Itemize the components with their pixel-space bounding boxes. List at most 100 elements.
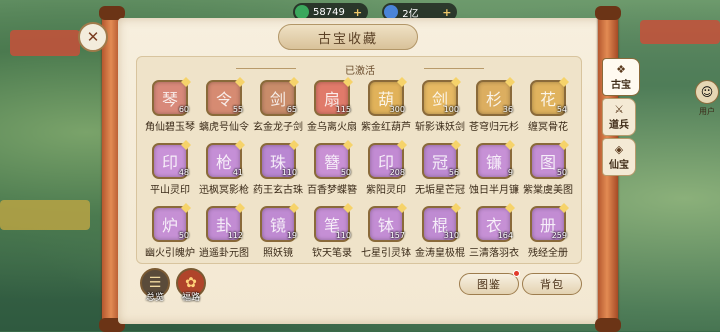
bag-button[interactable]: 背包 bbox=[522, 273, 582, 295]
treasure-item[interactable]: 花 54 缠冥骨花 bbox=[521, 77, 575, 133]
treasure-level: 36 bbox=[502, 105, 513, 114]
treasure-glyph: 杉 bbox=[485, 90, 502, 109]
tab-1[interactable]: ⚔ 道兵 bbox=[602, 98, 636, 136]
treasure-item[interactable]: 印 208 紫阳灵印 bbox=[359, 140, 413, 196]
treasure-level: 115 bbox=[335, 105, 351, 114]
treasure-item[interactable]: 琴 60 角仙碧玉琴 bbox=[143, 77, 197, 133]
treasure-level: 19 bbox=[286, 231, 297, 240]
window-title-plate: 古宝收藏 bbox=[278, 24, 418, 50]
treasure-level: 157 bbox=[389, 231, 405, 240]
treasure-glyph: 令 bbox=[215, 90, 232, 109]
tab-label: 古宝 bbox=[611, 80, 631, 91]
treasure-level: 164 bbox=[497, 231, 513, 240]
treasure-item[interactable]: 钵 157 七星引灵钵 bbox=[359, 203, 413, 259]
treasure-level: 100 bbox=[443, 105, 459, 114]
treasure-item[interactable]: 扇 115 金乌离火扇 bbox=[305, 77, 359, 133]
treasure-level: 55 bbox=[232, 105, 243, 114]
fortune-label: 福路 bbox=[181, 293, 200, 303]
divider bbox=[424, 68, 484, 69]
tab-label: 仙宝 bbox=[609, 160, 629, 171]
treasure-icon: 镰 bbox=[476, 143, 512, 179]
treasure-level: 110 bbox=[281, 168, 297, 177]
treasure-level: 65 bbox=[286, 105, 297, 114]
overview-label: 总览 bbox=[145, 293, 164, 303]
treasure-level: 110 bbox=[335, 231, 351, 240]
treasure-item[interactable]: 册 259 残经全册 bbox=[521, 203, 575, 259]
treasure-item[interactable]: 簪 50 百香梦蝶簪 bbox=[305, 140, 359, 196]
notification-dot bbox=[513, 270, 520, 277]
treasure-item[interactable]: 图 50 紫棠虞美图 bbox=[521, 140, 575, 196]
treasure-glyph: 枪 bbox=[215, 153, 232, 172]
treasure-level: 54 bbox=[556, 105, 567, 114]
treasure-glyph: 花 bbox=[539, 90, 556, 109]
treasure-item[interactable]: 棍 310 金涛皇极棍 bbox=[413, 203, 467, 259]
window-title: 古宝收藏 bbox=[317, 31, 378, 47]
treasure-item[interactable]: 笔 110 钦天笔录 bbox=[305, 203, 359, 259]
treasure-level: 112 bbox=[227, 231, 243, 240]
codex-button[interactable]: 图鉴 bbox=[459, 273, 519, 295]
treasure-item[interactable]: 枪 41 迅枫冥影枪 bbox=[197, 140, 251, 196]
treasure-item[interactable]: 令 55 螭虎号仙令 bbox=[197, 77, 251, 133]
background-roof bbox=[0, 200, 90, 230]
close-icon: ✕ bbox=[86, 28, 100, 46]
treasure-item[interactable]: 衣 164 三清落羽衣 bbox=[467, 203, 521, 259]
treasure-level: 50 bbox=[178, 231, 189, 240]
user-icon: ☺ bbox=[695, 80, 719, 104]
tab-label: 道兵 bbox=[609, 120, 629, 131]
scroll-icon: ☰ bbox=[148, 275, 162, 291]
background-roof bbox=[640, 20, 720, 44]
treasure-glyph: 炉 bbox=[161, 216, 178, 235]
treasure-level: 60 bbox=[178, 105, 189, 114]
treasure-item[interactable]: 珠 110 药王玄古珠 bbox=[251, 140, 305, 196]
treasure-level: 208 bbox=[389, 168, 405, 177]
treasure-level: 310 bbox=[443, 231, 459, 240]
treasure-name: 紫棠虞美图 bbox=[523, 185, 573, 196]
treasure-item[interactable]: 镜 19 照妖镜 bbox=[251, 203, 305, 259]
treasure-item[interactable]: 剑 100 斩影诛妖剑 bbox=[413, 77, 467, 133]
treasure-glyph: 剑 bbox=[269, 90, 286, 109]
close-button[interactable]: ✕ bbox=[78, 22, 108, 52]
background-roof bbox=[10, 30, 80, 56]
treasure-glyph: 琴 bbox=[161, 90, 178, 109]
treasure-glyph: 镰 bbox=[485, 153, 502, 172]
treasure-glyph: 冠 bbox=[431, 153, 448, 172]
jade-coin-icon bbox=[295, 5, 309, 19]
fortune-icon: ✿ bbox=[185, 275, 197, 291]
treasure-glyph: 簪 bbox=[323, 153, 340, 172]
treasure-item[interactable]: 卦 112 逍遥卦元图 bbox=[197, 203, 251, 259]
tab-emblem-icon: ◈ bbox=[614, 143, 624, 156]
treasure-glyph: 图 bbox=[539, 153, 556, 172]
treasure-level: 50 bbox=[340, 168, 351, 177]
treasure-name: 残经全册 bbox=[528, 248, 568, 259]
spirit-gem-icon bbox=[384, 5, 399, 19]
add-gem-button[interactable]: + bbox=[442, 6, 451, 19]
treasure-level: 50 bbox=[556, 168, 567, 177]
section-label: 已激活 bbox=[345, 66, 375, 77]
tab-2[interactable]: ◈ 仙宝 bbox=[602, 138, 636, 176]
treasure-glyph: 镜 bbox=[269, 216, 286, 235]
treasure-glyph: 印 bbox=[161, 153, 178, 172]
rod-cap bbox=[595, 318, 621, 332]
treasure-level: 9 bbox=[507, 168, 513, 177]
add-jade-button[interactable]: + bbox=[353, 6, 362, 19]
user-center-label: 用户 bbox=[699, 107, 715, 116]
treasure-item[interactable]: 冠 56 无垢星芒冠 bbox=[413, 140, 467, 196]
tab-emblem-icon: ❖ bbox=[616, 63, 626, 76]
treasure-level: 56 bbox=[448, 168, 459, 177]
treasure-item[interactable]: 炉 50 幽火引魄炉 bbox=[143, 203, 197, 259]
user-center-button[interactable]: ☺ 用户 bbox=[694, 80, 720, 122]
treasure-item[interactable]: 镰 9 蚀日半月镰 bbox=[467, 140, 521, 196]
treasure-item[interactable]: 剑 65 玄金龙子剑 bbox=[251, 77, 305, 133]
treasure-item[interactable]: 印 48 平山灵印 bbox=[143, 140, 197, 196]
treasure-item[interactable]: 杉 36 苍穹归元杉 bbox=[467, 77, 521, 133]
treasure-level: 48 bbox=[178, 168, 189, 177]
treasure-grid: 琴 60 角仙碧玉琴令 55 螭虎号仙令剑 65 玄金龙子剑扇 115 金乌离火扇葫 300 紫金红… bbox=[143, 77, 579, 259]
tab-0[interactable]: ❖ 古宝 bbox=[602, 58, 640, 96]
divider bbox=[236, 68, 296, 69]
treasure-level: 300 bbox=[389, 105, 405, 114]
tab-emblem-icon: ⚔ bbox=[614, 103, 624, 116]
treasure-name: 缠冥骨花 bbox=[528, 122, 568, 133]
jade-amount: 58749 bbox=[313, 6, 345, 18]
treasure-level: 259 bbox=[551, 231, 567, 240]
treasure-item[interactable]: 葫 300 紫金红葫芦 bbox=[359, 77, 413, 133]
